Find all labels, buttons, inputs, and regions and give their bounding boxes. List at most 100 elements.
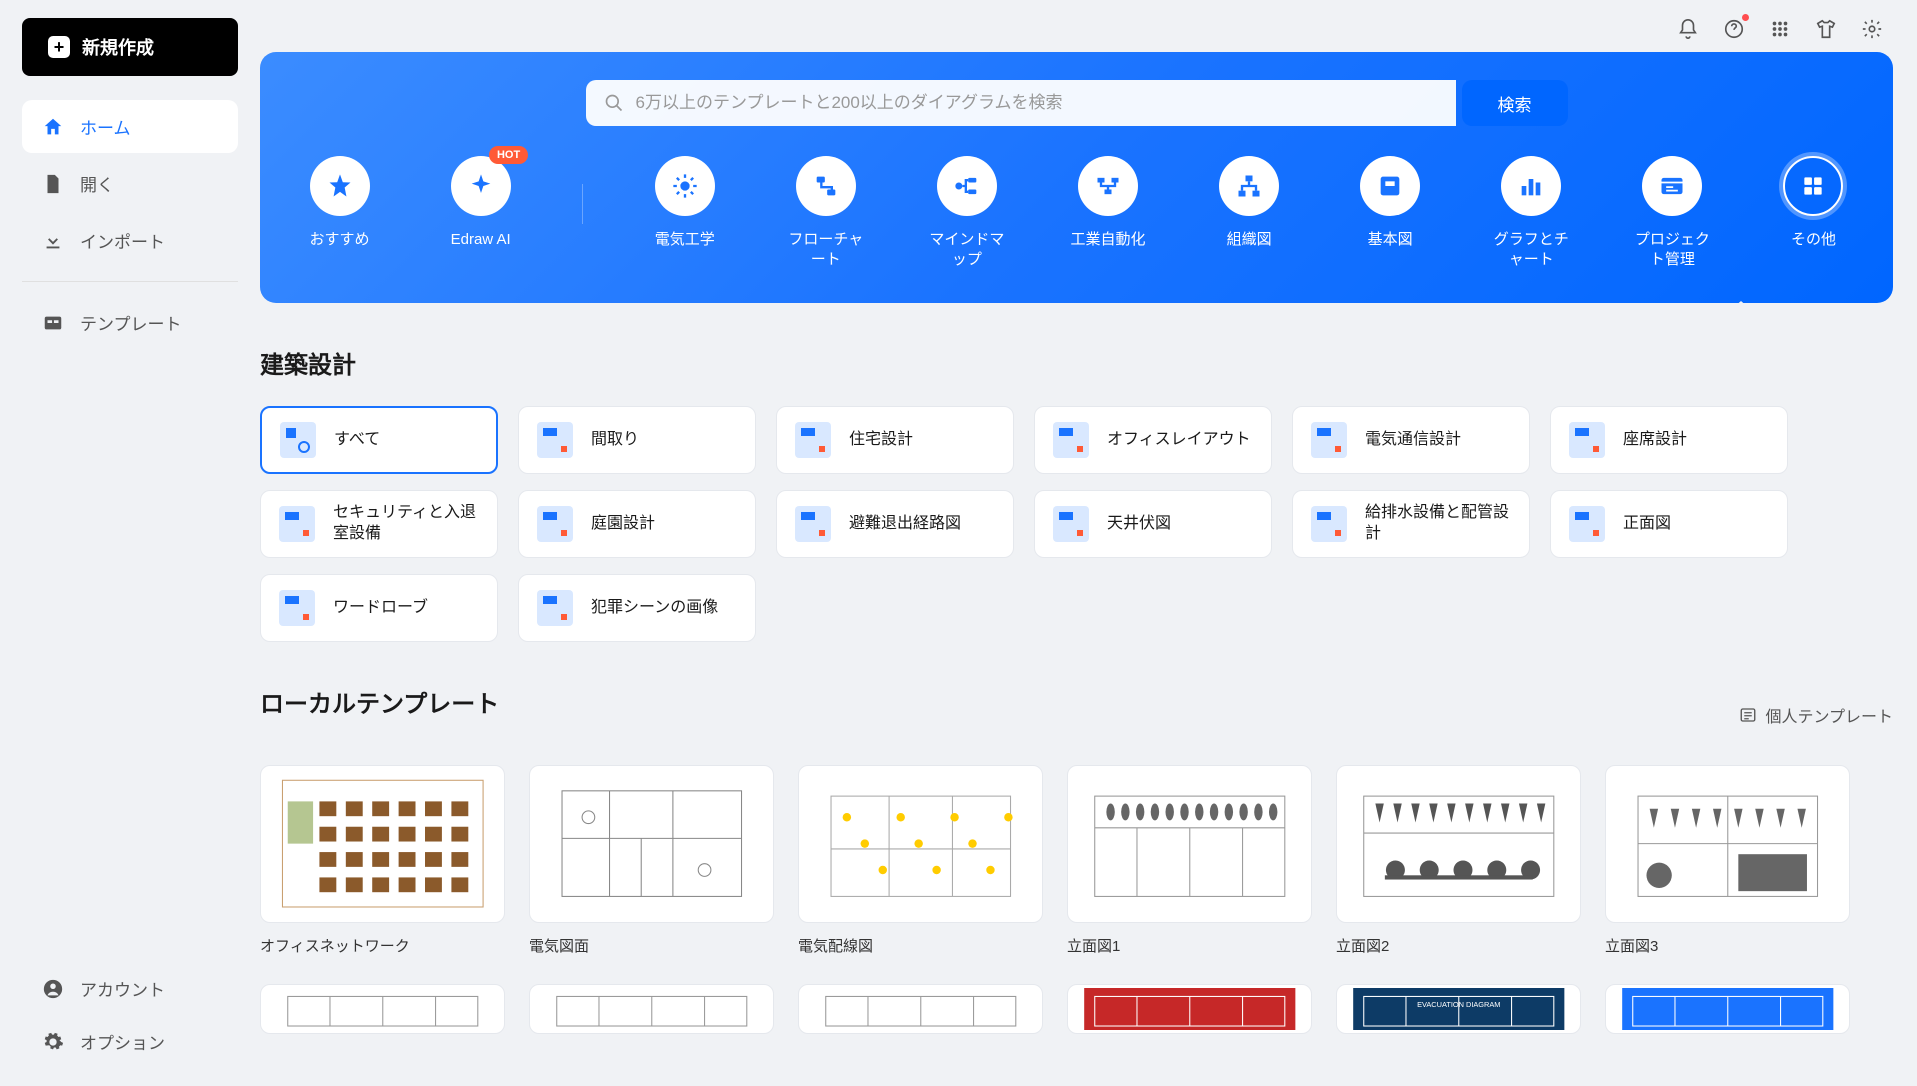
category-project[interactable]: プロジェクト管理 (1633, 156, 1712, 269)
nav-template[interactable]: テンプレート (22, 296, 238, 349)
help-icon[interactable] (1721, 16, 1747, 42)
template-grid: オフィスネットワーク電気図面電気配線図立面図1 立面図2立面図3 (260, 765, 1893, 956)
nav-label: ホーム (80, 114, 131, 139)
filter-card[interactable]: 犯罪シーンの画像 (518, 574, 756, 642)
bell-icon[interactable] (1675, 16, 1701, 42)
nav-options[interactable]: オプション (22, 1015, 238, 1068)
filter-card[interactable]: すべて (260, 406, 498, 474)
nav-label: 開く (80, 171, 114, 196)
filter-label: 庭園設計 (591, 514, 655, 535)
category-industry[interactable]: 工業自動化 (1068, 156, 1147, 269)
import-icon (42, 230, 64, 252)
sidebar: + 新規作成 ホーム 開く インポート (0, 0, 260, 1086)
filter-card[interactable]: オフィスレイアウト (1034, 406, 1272, 474)
filter-icon (1311, 422, 1347, 458)
svg-text:EVACUATION DIAGRAM: EVACUATION DIAGRAM (1417, 1000, 1500, 1009)
category-ai[interactable]: HOT Edraw AI (441, 156, 520, 269)
hero-arrow (1725, 301, 1757, 315)
filter-label: 給排水設備と配管設計 (1365, 503, 1511, 545)
filter-card[interactable]: セキュリティと入退室設備 (260, 490, 498, 558)
settings-icon[interactable] (1859, 16, 1885, 42)
category-circle (1501, 156, 1561, 216)
template-card[interactable] (260, 984, 505, 1046)
search-box (586, 80, 1456, 126)
section-title: 建築設計 (260, 345, 1893, 380)
template-card[interactable] (1605, 984, 1850, 1046)
filter-icon (280, 422, 316, 458)
category-circle (1642, 156, 1702, 216)
category-more[interactable]: その他 (1774, 156, 1853, 269)
filter-section: 建築設計 すべて 間取り 住宅設計 オフィスレイアウト 電気通信設計座席設計セキュリティ… (260, 303, 1893, 642)
search-button[interactable]: 検索 (1462, 80, 1568, 126)
nav-label: アカウント (80, 976, 165, 1001)
category-label: マインドマップ (927, 230, 1006, 269)
category-gear[interactable]: 電気工学 (645, 156, 724, 269)
template-card[interactable]: 立面図1 (1067, 765, 1312, 956)
category-label: フローチャート (786, 230, 865, 269)
template-icon (42, 312, 64, 334)
personal-templates-link[interactable]: 個人テンプレート (1739, 703, 1893, 727)
search-input[interactable] (636, 93, 1438, 113)
template-card[interactable]: 電気図面 (529, 765, 774, 956)
template-card[interactable] (798, 984, 1043, 1046)
template-card[interactable]: 電気配線図 (798, 765, 1043, 956)
template-card[interactable]: オフィスネットワーク (260, 765, 505, 956)
shirt-icon[interactable] (1813, 16, 1839, 42)
filter-card[interactable]: 住宅設計 (776, 406, 1014, 474)
filter-card[interactable]: 給排水設備と配管設計 (1292, 490, 1530, 558)
nav-import[interactable]: インポート (22, 214, 238, 267)
filter-icon (537, 506, 573, 542)
nav: ホーム 開く インポート テンプレート (22, 100, 238, 349)
filter-card[interactable]: 天井伏図 (1034, 490, 1272, 558)
category-label: プロジェクト管理 (1633, 230, 1712, 269)
category-circle (937, 156, 997, 216)
nav-label: インポート (80, 228, 165, 253)
filter-card[interactable]: ワードローブ (260, 574, 498, 642)
nav-open[interactable]: 開く (22, 157, 238, 210)
category-star[interactable]: おすすめ (300, 156, 379, 269)
template-thumb (529, 765, 774, 923)
category-circle (1360, 156, 1420, 216)
filter-icon (795, 506, 831, 542)
filter-card[interactable]: 座席設計 (1550, 406, 1788, 474)
category-label: グラフとチャート (1492, 230, 1571, 269)
filter-card[interactable]: 間取り (518, 406, 756, 474)
template-name: 立面図1 (1067, 935, 1312, 956)
filter-card[interactable]: 正面図 (1550, 490, 1788, 558)
template-card[interactable]: 立面図2 (1336, 765, 1581, 956)
template-card[interactable]: EVACUATION DIAGRAM (1336, 984, 1581, 1046)
filter-icon (1569, 506, 1605, 542)
filter-label: 犯罪シーンの画像 (591, 598, 718, 619)
grid-icon[interactable] (1767, 16, 1793, 42)
template-thumb (1067, 765, 1312, 923)
filter-label: すべて (334, 430, 380, 451)
template-thumb (529, 984, 774, 1034)
nav-home[interactable]: ホーム (22, 100, 238, 153)
filter-label: オフィスレイアウト (1107, 430, 1251, 451)
home-icon (42, 116, 64, 138)
account-icon (42, 978, 64, 1000)
template-thumb (1067, 984, 1312, 1034)
filter-card[interactable]: 庭園設計 (518, 490, 756, 558)
filter-card[interactable]: 電気通信設計 (1292, 406, 1530, 474)
filter-card[interactable]: 避難退出経路図 (776, 490, 1014, 558)
category-basic[interactable]: 基本図 (1351, 156, 1430, 269)
category-mind[interactable]: マインドマップ (927, 156, 1006, 269)
template-card[interactable] (1067, 984, 1312, 1046)
filter-label: 天井伏図 (1107, 514, 1171, 535)
category-chart[interactable]: グラフとチャート (1492, 156, 1571, 269)
category-circle (655, 156, 715, 216)
template-thumb (1605, 765, 1850, 923)
template-card[interactable]: 立面図3 (1605, 765, 1850, 956)
template-card[interactable] (529, 984, 774, 1046)
nav-label: テンプレート (80, 310, 182, 335)
category-label: 工業自動化 (1070, 230, 1145, 250)
nav-account[interactable]: アカウント (22, 962, 238, 1015)
category-circle (1219, 156, 1279, 216)
template-thumb (260, 984, 505, 1034)
category-org[interactable]: 組織図 (1210, 156, 1289, 269)
new-button[interactable]: + 新規作成 (22, 18, 238, 76)
top-toolbar (260, 0, 1893, 52)
category-flow[interactable]: フローチャート (786, 156, 865, 269)
filter-label: 住宅設計 (849, 430, 913, 451)
